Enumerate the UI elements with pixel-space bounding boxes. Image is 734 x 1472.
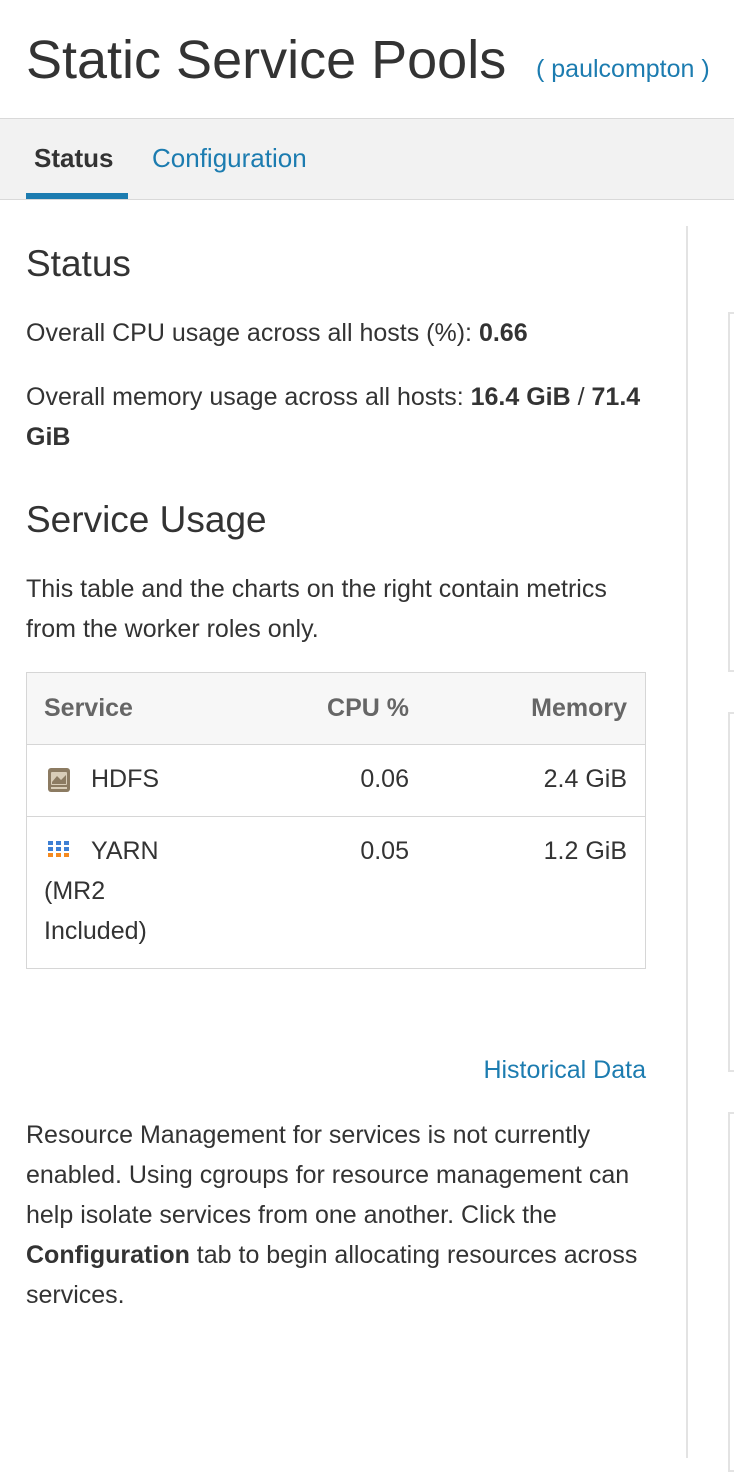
cpu-usage-value: 0.66	[478, 319, 528, 347]
resource-management-note: Resource Management for services is not …	[26, 1115, 646, 1315]
service-usage-table: Service CPU % Memory HDFS 0.06 2.4 GiB Y…	[26, 672, 646, 969]
page-title: Static Service Pools	[26, 30, 507, 90]
cpu-usage-label: Overall CPU usage across all hosts (%):	[26, 319, 479, 347]
column-cpu[interactable]: CPU %	[277, 691, 409, 725]
memory-separator: /	[570, 383, 592, 411]
service-memory: 1.2 GiB	[543, 837, 627, 865]
chart-panel	[728, 312, 734, 672]
memory-usage-value: 16.4 GiB	[470, 383, 571, 411]
service-name[interactable]: YARN (MR2 Included)	[44, 831, 194, 951]
chart-panel	[728, 1112, 734, 1472]
active-tab-indicator	[26, 193, 128, 199]
table-header: Service CPU % Memory	[27, 673, 645, 745]
service-memory: 2.4 GiB	[543, 765, 627, 793]
table-row: HDFS 0.06 2.4 GiB	[27, 745, 645, 817]
memory-usage-label: Overall memory usage across all hosts:	[26, 383, 471, 411]
tab-configuration[interactable]: Configuration	[152, 141, 307, 175]
column-memory[interactable]: Memory	[467, 691, 627, 725]
service-usage-description: This table and the charts on the right c…	[26, 575, 607, 643]
note-text: Resource Management for services is not …	[26, 1121, 630, 1229]
chart-panel	[728, 712, 734, 1072]
service-usage-heading: Service Usage	[26, 499, 267, 540]
note-configuration-bold: Configuration	[26, 1241, 190, 1269]
hdfs-icon	[47, 767, 71, 793]
column-service[interactable]: Service	[44, 691, 133, 725]
column-divider	[686, 226, 688, 1458]
tab-bar: Status Configuration	[0, 118, 734, 200]
cluster-link[interactable]: ( paulcompton )	[536, 54, 710, 84]
page-header: Static Service Pools ( paulcompton )	[0, 0, 734, 118]
cpu-usage-line: Overall CPU usage across all hosts (%): …	[26, 313, 646, 353]
service-name[interactable]: HDFS	[91, 759, 159, 799]
table-row: YARN (MR2 Included) 0.05 1.2 GiB	[27, 817, 645, 968]
historical-data-link[interactable]: Historical Data	[483, 1053, 646, 1087]
status-heading: Status	[26, 243, 131, 284]
service-cpu: 0.06	[360, 765, 409, 793]
tab-status[interactable]: Status	[34, 141, 113, 175]
memory-usage-line: Overall memory usage across all hosts: 1…	[26, 377, 646, 457]
service-cpu: 0.05	[360, 837, 409, 865]
